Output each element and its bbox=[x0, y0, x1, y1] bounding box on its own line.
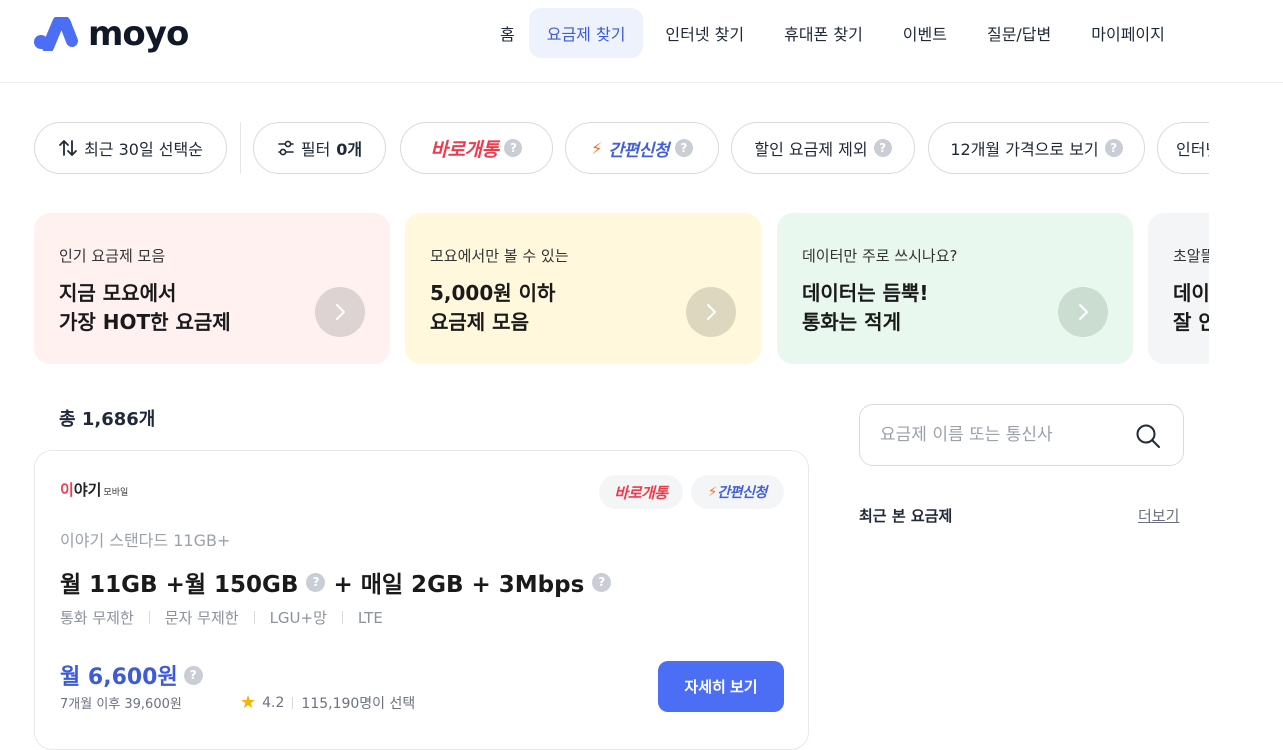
filter-chip[interactable]: 필터 0개 bbox=[253, 122, 386, 174]
selected-count: 115,190명이 선택 bbox=[301, 695, 416, 712]
baro-tag: 바로개통 bbox=[599, 475, 683, 509]
discount-exclude-chip[interactable]: 할인 요금제 제외 ? bbox=[731, 122, 915, 174]
recent-plans-title: 최근 본 요금제 bbox=[859, 507, 953, 525]
chevron-right-icon[interactable] bbox=[686, 287, 736, 337]
banner-title: 5,000원 이하 요금제 모음 bbox=[430, 281, 556, 334]
help-icon[interactable]: ? bbox=[183, 665, 203, 685]
nav-qna[interactable]: 질문/답변 bbox=[969, 8, 1069, 58]
star-icon: ★ bbox=[240, 692, 257, 713]
gan-tag: ⚡ 간편신청 bbox=[691, 475, 784, 509]
filter-sliders-icon bbox=[278, 140, 294, 156]
lightning-icon: ⚡ bbox=[591, 138, 603, 158]
filter-label: 필터 bbox=[300, 140, 331, 159]
help-icon[interactable]: ? bbox=[873, 139, 892, 157]
search-icon[interactable] bbox=[1135, 423, 1161, 449]
chevron-right-icon[interactable] bbox=[315, 287, 365, 337]
plan-data-daily: + 매일 2GB + 3Mbps bbox=[333, 572, 585, 598]
spec-divider bbox=[253, 611, 255, 624]
spec-type: LTE bbox=[357, 608, 383, 627]
rating-value: 4.2 bbox=[262, 694, 285, 711]
carrier-logo: 이야기 모바일 bbox=[60, 479, 128, 500]
help-icon[interactable]: ? bbox=[592, 572, 612, 592]
nav-events[interactable]: 이벤트 bbox=[885, 8, 965, 58]
nav-mypage[interactable]: 마이페이지 bbox=[1073, 8, 1183, 58]
banner-card[interactable]: 모요에서만 볼 수 있는 5,000원 이하 요금제 모음 bbox=[405, 213, 761, 364]
banner-title: 데이터는 듬뿍! 통화는 적게 bbox=[802, 281, 929, 334]
banner-subtitle: 모요에서만 볼 수 있는 bbox=[430, 247, 569, 265]
nav-plan-search[interactable]: 요금제 찾기 bbox=[528, 8, 644, 58]
banner-subtitle: 데이터만 주로 쓰시나요? bbox=[802, 247, 958, 265]
plan-name: 이야기 스탠다드 11GB+ bbox=[60, 531, 231, 550]
spec-network: LGU+망 bbox=[269, 609, 327, 627]
baro-tag-label: 바로개통 bbox=[614, 483, 668, 502]
banner-card[interactable]: 초알뜰데이 잘 안 bbox=[1148, 213, 1209, 364]
spec-divider bbox=[341, 611, 343, 624]
twelve-month-label: 12개월 가격으로 보기 bbox=[950, 140, 1099, 159]
banner-title: 데이 잘 안 bbox=[1173, 281, 1209, 334]
sort-icon bbox=[59, 140, 77, 156]
help-icon[interactable]: ? bbox=[504, 139, 523, 157]
recent-more-link[interactable]: 더보기 bbox=[1138, 505, 1179, 526]
banner-subtitle: 초알뜰 bbox=[1173, 247, 1209, 265]
filter-count: 0개 bbox=[336, 140, 363, 159]
banner-subtitle: 인기 요금제 모음 bbox=[59, 247, 166, 265]
internet-label: 인터넷 bbox=[1176, 140, 1209, 159]
sort-chip[interactable]: 최근 30일 선택순 bbox=[34, 122, 227, 174]
price-value: 월 6,600원 bbox=[60, 665, 178, 690]
header: moyo 홈 요금제 찾기 인터넷 찾기 휴대폰 찾기 이벤트 질문/답변 마이… bbox=[0, 0, 1283, 83]
plan-card[interactable]: 이야기 모바일 바로개통 ⚡ 간편신청 이야기 스탠다드 11GB+ 월 11G… bbox=[34, 450, 809, 750]
filter-chip-bar: 최근 30일 선택순 필터 0개 바로개통 ? ⚡ 간편신청 ? 할인 요금제 … bbox=[34, 122, 1209, 174]
banner-card[interactable]: 인기 요금제 모음지금 모요에서 가장 HOT한 요금제 bbox=[34, 213, 390, 364]
plan-specs: 통화 무제한 문자 무제한 LGU+망 LTE bbox=[60, 607, 383, 628]
banner-carousel: 인기 요금제 모음 지금 모요에서 가장 HOT한 요금제 모요에서만 볼 수 있는… bbox=[34, 213, 1209, 364]
spec-call: 통화 무제한 bbox=[60, 609, 134, 627]
chip-divider bbox=[240, 122, 241, 174]
rating-divider bbox=[292, 696, 294, 709]
plan-search-box bbox=[859, 404, 1184, 466]
plan-rating: ★ 4.2 115,190명이 선택 bbox=[240, 692, 415, 713]
discount-exclude-label: 할인 요금제 제외 bbox=[754, 140, 868, 159]
chevron-right-icon[interactable] bbox=[1058, 287, 1108, 337]
help-icon[interactable]: ? bbox=[674, 139, 693, 157]
gan-label: 간편신청 bbox=[608, 140, 669, 161]
plan-price: 월 6,600원 ? bbox=[60, 659, 203, 691]
carrier-sub: 모바일 bbox=[103, 488, 129, 498]
spec-divider bbox=[148, 611, 150, 624]
help-icon[interactable]: ? bbox=[306, 572, 326, 592]
plan-search-input[interactable] bbox=[880, 425, 1120, 445]
after-price: 7개월 이후 39,600원 bbox=[60, 697, 182, 712]
carrier-name: 이야기 bbox=[60, 481, 102, 499]
total-count: 총 1,686개 bbox=[59, 409, 156, 430]
baro-label: 바로개통 bbox=[430, 138, 499, 161]
detail-button[interactable]: 자세히 보기 bbox=[658, 661, 784, 712]
plan-data-monthly: 월 11GB +월 150GB bbox=[60, 572, 299, 598]
spec-sms: 문자 무제한 bbox=[164, 609, 239, 627]
nav-phone-search[interactable]: 휴대폰 찾기 bbox=[766, 8, 881, 58]
banner-card[interactable]: 데이터만 주로 쓰시나요? 데이터는 듬뿍! 통화는 적게 bbox=[777, 213, 1133, 364]
nav-home[interactable]: 홈 bbox=[490, 8, 525, 58]
moyo-logo-icon bbox=[34, 17, 78, 51]
main-nav: 홈 요금제 찾기 인터넷 찾기 휴대폰 찾기 이벤트 질문/답변 마이페이지 bbox=[490, 8, 1187, 58]
plan-data-summary: 월 11GB +월 150GB ? + 매일 2GB + 3Mbps ? bbox=[60, 565, 612, 599]
sort-label: 최근 30일 선택순 bbox=[84, 140, 203, 159]
baro-chip[interactable]: 바로개통 ? bbox=[400, 122, 553, 174]
gan-tag-label: 간편신청 bbox=[717, 485, 767, 501]
twelve-month-chip[interactable]: 12개월 가격으로 보기 ? bbox=[928, 122, 1145, 174]
banner-title: 지금 모요에서 가장 HOT한 요금제 bbox=[59, 281, 231, 334]
internet-chip[interactable]: 인터넷 bbox=[1157, 122, 1209, 174]
help-icon[interactable]: ? bbox=[1104, 139, 1123, 157]
logo[interactable]: moyo bbox=[34, 14, 189, 54]
gan-chip[interactable]: ⚡ 간편신청 ? bbox=[565, 122, 719, 174]
lightning-icon: ⚡ bbox=[708, 484, 718, 500]
nav-internet-search[interactable]: 인터넷 찾기 bbox=[647, 8, 762, 58]
logo-text: moyo bbox=[88, 14, 189, 54]
